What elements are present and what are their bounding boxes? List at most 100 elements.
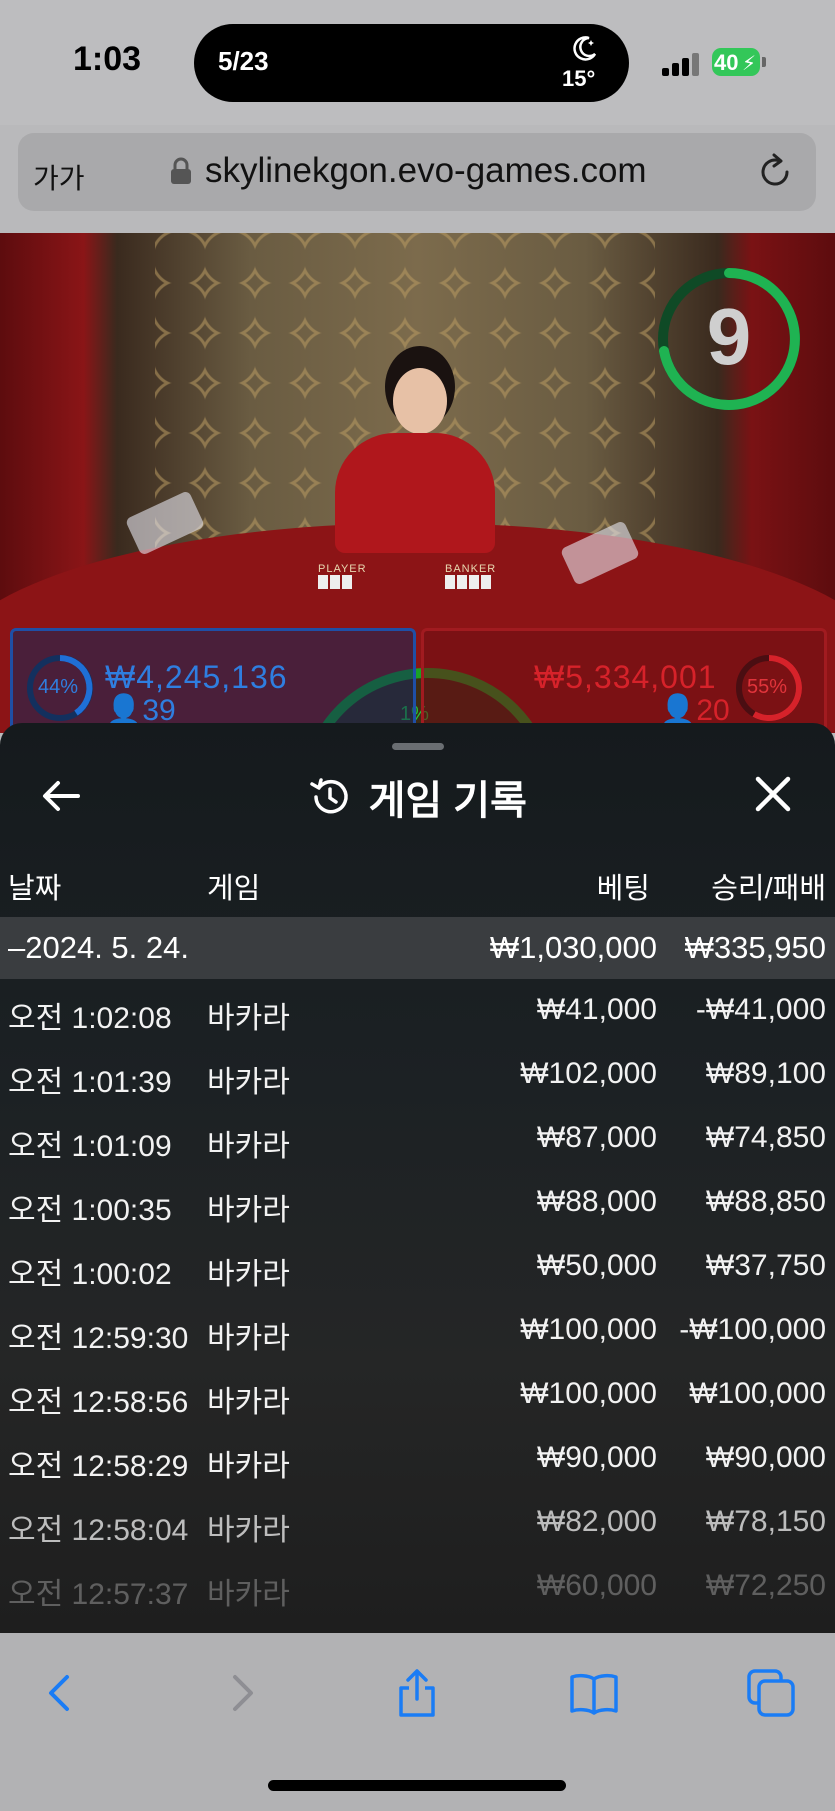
battery-cap <box>762 57 766 67</box>
history-row[interactable]: 오전 12:58:04 바카라 ₩82,000 ₩78,150 <box>0 1495 835 1559</box>
group-date: –2024. 5. 24. <box>8 930 189 965</box>
row-time: 오전 1:00:35 <box>8 1194 172 1227</box>
cellular-signal-icon <box>662 52 702 76</box>
back-icon[interactable] <box>35 1667 87 1719</box>
row-result: ₩89,100 <box>705 1057 826 1090</box>
row-bet: ₩88,000 <box>536 1185 657 1218</box>
row-bet: ₩100,000 <box>520 1313 657 1346</box>
row-game: 바카라 <box>207 1194 290 1227</box>
row-result: -₩41,000 <box>695 993 826 1026</box>
timer-seconds: 9 <box>706 292 752 381</box>
forward-icon[interactable] <box>215 1667 267 1719</box>
group-total-bet: ₩1,030,000 <box>489 930 657 965</box>
lock-icon <box>171 157 191 184</box>
row-game: 바카라 <box>207 1066 290 1099</box>
row-game: 바카라 <box>207 1002 290 1035</box>
history-row[interactable]: 오전 1:00:35 바카라 ₩88,000 ₩88,850 <box>0 1175 835 1239</box>
history-row[interactable]: 오전 12:58:56 바카라 ₩100,000 ₩100,000 <box>0 1367 835 1431</box>
banker-bet-spot[interactable]: ₩5,334,001 👤20 55% <box>421 628 827 733</box>
row-time: 오전 1:01:09 <box>8 1130 172 1163</box>
row-game: 바카라 <box>207 1386 290 1419</box>
row-result: ₩78,150 <box>705 1505 826 1538</box>
row-result: ₩100,000 <box>689 1377 826 1410</box>
row-time: 오전 12:58:04 <box>8 1514 189 1547</box>
history-row[interactable]: 오전 12:58:29 바카라 ₩90,000 ₩90,000 <box>0 1431 835 1495</box>
player-cards: PLAYER <box>318 563 367 592</box>
row-bet: ₩60,000 <box>536 1569 657 1602</box>
player-area-label: PLAYER <box>318 563 367 575</box>
sheet-title: 게임 기록 <box>368 779 527 823</box>
charging-bolt-icon: ⚡ <box>742 53 757 75</box>
column-header-date[interactable]: 날짜 <box>8 865 61 907</box>
history-row[interactable]: 오전 12:59:30 바카라 ₩100,000 -₩100,000 <box>0 1303 835 1367</box>
drag-handle[interactable] <box>392 743 444 750</box>
row-game: 바카라 <box>207 1130 290 1163</box>
island-date: 5/23 <box>218 46 269 76</box>
battery-icon: 40 ⚡ <box>712 48 760 76</box>
column-header-game[interactable]: 게임 <box>207 865 260 907</box>
history-row[interactable]: 오전 1:00:02 바카라 ₩50,000 ₩37,750 <box>0 1239 835 1303</box>
history-row[interactable]: 오전 1:02:08 바카라 ₩41,000 -₩41,000 <box>0 983 835 1047</box>
row-time: 오전 12:58:56 <box>8 1386 189 1419</box>
row-game: 바카라 <box>207 1450 290 1483</box>
history-row[interactable]: 오전 1:01:39 바카라 ₩102,000 ₩89,100 <box>0 1047 835 1111</box>
status-bar: 1:03 5/23 15° 40 ⚡ <box>0 0 835 125</box>
url-text[interactable]: skylinekgon.evo-games.com <box>205 151 647 191</box>
row-time: 오전 12:58:29 <box>8 1450 189 1483</box>
address-bar[interactable]: 가가 skylinekgon.evo-games.com <box>18 133 816 211</box>
column-header-result[interactable]: 승리/패배 <box>660 865 826 907</box>
banker-percent: 55% <box>747 676 788 698</box>
row-result: -₩100,000 <box>679 1313 826 1346</box>
row-time: 오전 12:57:37 <box>8 1578 189 1611</box>
live-video-stream: PLAYER BANKER 9 1% 44% ₩4,245,136 👤39 ₩5… <box>0 233 835 733</box>
share-icon[interactable] <box>391 1667 443 1719</box>
row-bet: ₩102,000 <box>520 1057 657 1090</box>
dealer-head <box>393 368 447 434</box>
row-time: 오전 12:59:30 <box>8 1322 189 1355</box>
row-bet: ₩87,000 <box>536 1121 657 1154</box>
row-result: ₩90,000 <box>705 1441 826 1474</box>
game-history-sheet: 게임 기록 날짜 게임 베팅 승리/패배 –2024. 5. 24. ₩1,03… <box>0 723 835 1633</box>
row-bet: ₩100,000 <box>520 1377 657 1410</box>
row-game: 바카라 <box>207 1322 290 1355</box>
date-group-row[interactable]: –2024. 5. 24. ₩1,030,000 ₩335,950 <box>0 917 835 979</box>
row-result: ₩37,750 <box>705 1249 826 1282</box>
moon-icon <box>573 36 597 61</box>
row-bet: ₩50,000 <box>536 1249 657 1282</box>
row-bet: ₩90,000 <box>536 1441 657 1474</box>
bet-timer: 9 <box>656 266 802 412</box>
player-total-amount: ₩4,245,136 <box>105 659 288 695</box>
close-icon[interactable] <box>752 773 794 815</box>
clock: 1:03 <box>73 40 142 78</box>
group-total-result: ₩335,950 <box>684 930 826 965</box>
player-bet-spot[interactable]: 44% ₩4,245,136 👤39 <box>10 628 416 733</box>
bookmarks-icon[interactable] <box>568 1667 620 1719</box>
row-game: 바카라 <box>207 1514 290 1547</box>
row-result: ₩88,850 <box>705 1185 826 1218</box>
row-result: ₩74,850 <box>705 1121 826 1154</box>
battery-level: 40 <box>714 50 739 75</box>
tabs-icon[interactable] <box>745 1667 797 1719</box>
row-time: 오전 1:00:02 <box>8 1258 172 1291</box>
row-game: 바카라 <box>207 1578 290 1611</box>
dynamic-island[interactable]: 5/23 15° <box>194 24 629 102</box>
row-bet: ₩41,000 <box>536 993 657 1026</box>
history-row[interactable]: 오전 1:01:09 바카라 ₩87,000 ₩74,850 <box>0 1111 835 1175</box>
banker-cards: BANKER <box>445 563 496 592</box>
banker-area-label: BANKER <box>445 563 497 575</box>
row-time: 오전 1:01:39 <box>8 1066 172 1099</box>
dealer-body <box>335 433 495 553</box>
temperature: 15° <box>562 66 596 91</box>
sheet-header: 게임 기록 <box>0 768 835 826</box>
reload-icon[interactable] <box>756 153 794 191</box>
row-game: 바카라 <box>207 1258 290 1291</box>
banker-total-amount: ₩5,334,001 <box>534 659 717 695</box>
column-header-bet[interactable]: 베팅 <box>500 865 650 907</box>
home-indicator[interactable] <box>268 1780 566 1791</box>
history-row[interactable]: 오전 12:57:37 바카라 ₩60,000 ₩72,250 <box>0 1559 835 1623</box>
player-percent: 44% <box>38 676 79 698</box>
history-icon <box>310 778 348 814</box>
text-size-button[interactable]: 가가 <box>33 157 85 197</box>
row-result: ₩72,250 <box>705 1569 826 1602</box>
row-time: 오전 1:02:08 <box>8 1002 172 1035</box>
